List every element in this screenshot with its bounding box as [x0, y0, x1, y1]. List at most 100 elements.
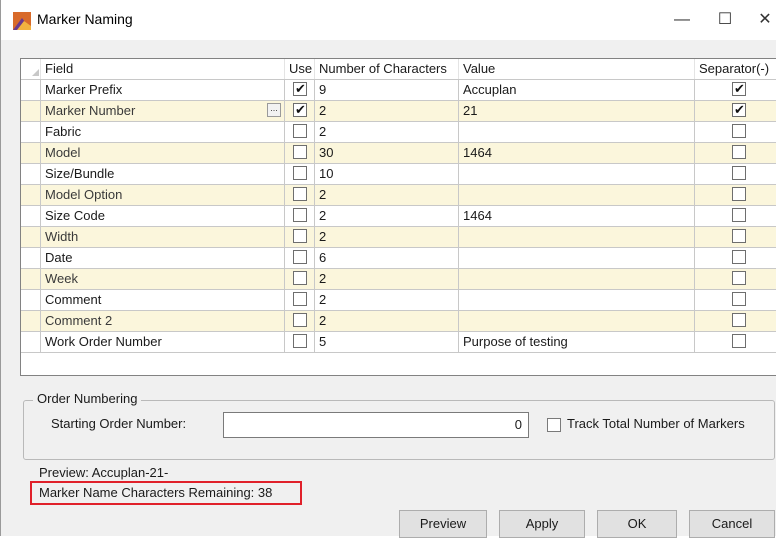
row-selector[interactable]: [21, 332, 41, 352]
use-checkbox[interactable]: [293, 187, 307, 201]
track-total-label[interactable]: Track Total Number of Markers: [567, 416, 745, 431]
fields-grid[interactable]: Field Use Number of Characters Value Sep…: [20, 58, 776, 376]
table-row[interactable]: Size Code 2 1464: [21, 206, 776, 227]
apply-button[interactable]: Apply: [499, 510, 585, 538]
use-checkbox[interactable]: [293, 229, 307, 243]
number-of-characters-cell[interactable]: 2: [315, 269, 459, 289]
row-selector[interactable]: [21, 227, 41, 247]
value-cell[interactable]: [459, 164, 695, 184]
maximize-button[interactable]: ☐: [708, 8, 742, 32]
table-row[interactable]: Work Order Number 5 Purpose of testing: [21, 332, 776, 353]
table-row[interactable]: Marker Number... 221: [21, 101, 776, 122]
ellipsis-button[interactable]: ...: [267, 103, 281, 117]
use-checkbox[interactable]: [293, 292, 307, 306]
row-selector[interactable]: [21, 122, 41, 142]
number-of-characters-cell[interactable]: 6: [315, 248, 459, 268]
use-cell: [285, 290, 315, 310]
column-header-separator[interactable]: Separator(-): [695, 59, 776, 79]
use-checkbox[interactable]: [293, 250, 307, 264]
use-checkbox[interactable]: [293, 313, 307, 327]
value-cell[interactable]: [459, 290, 695, 310]
row-selector[interactable]: [21, 80, 41, 100]
characters-remaining-text: Marker Name Characters Remaining: 38: [39, 485, 273, 500]
table-row[interactable]: Date 6: [21, 248, 776, 269]
column-header-number-of-characters[interactable]: Number of Characters: [315, 59, 459, 79]
row-selector[interactable]: [21, 143, 41, 163]
use-checkbox[interactable]: [293, 208, 307, 222]
number-of-characters-cell[interactable]: 10: [315, 164, 459, 184]
value-cell[interactable]: [459, 311, 695, 331]
value-cell[interactable]: [459, 269, 695, 289]
value-cell[interactable]: [459, 248, 695, 268]
value-cell[interactable]: Purpose of testing: [459, 332, 695, 352]
value-cell[interactable]: [459, 227, 695, 247]
cancel-button[interactable]: Cancel: [689, 510, 775, 538]
table-row[interactable]: Model 30 1464: [21, 143, 776, 164]
row-selector[interactable]: [21, 269, 41, 289]
use-checkbox[interactable]: [293, 80, 307, 98]
separator-checkbox[interactable]: [732, 208, 746, 222]
track-total-checkbox[interactable]: [547, 418, 561, 432]
field-name: Work Order Number: [45, 334, 162, 349]
ok-button[interactable]: OK: [597, 510, 677, 538]
starting-order-number-input[interactable]: 0: [223, 412, 529, 438]
separator-checkbox[interactable]: [732, 229, 746, 243]
use-checkbox[interactable]: [293, 334, 307, 348]
table-row[interactable]: Week 2: [21, 269, 776, 290]
separator-checkbox[interactable]: [732, 124, 746, 138]
select-all-cell[interactable]: [21, 59, 41, 79]
minimize-button[interactable]: —: [665, 8, 699, 32]
number-of-characters-cell[interactable]: 2: [315, 290, 459, 310]
row-selector[interactable]: [21, 101, 41, 121]
number-of-characters-cell[interactable]: 2: [315, 227, 459, 247]
separator-checkbox[interactable]: [732, 187, 746, 201]
number-of-characters-cell[interactable]: 2: [315, 311, 459, 331]
preview-button[interactable]: Preview: [399, 510, 487, 538]
row-selector[interactable]: [21, 248, 41, 268]
separator-checkbox[interactable]: [732, 313, 746, 327]
close-button[interactable]: ✕: [748, 8, 776, 32]
table-row[interactable]: Marker Prefix 9Accuplan: [21, 80, 776, 101]
number-of-characters-cell[interactable]: 5: [315, 332, 459, 352]
value-cell[interactable]: [459, 122, 695, 142]
number-of-characters-cell[interactable]: 2: [315, 101, 459, 121]
table-row[interactable]: Size/Bundle 10: [21, 164, 776, 185]
number-of-characters-cell[interactable]: 30: [315, 143, 459, 163]
separator-checkbox[interactable]: [732, 166, 746, 180]
separator-checkbox[interactable]: [732, 145, 746, 159]
table-row[interactable]: Comment 2 2: [21, 311, 776, 332]
value-cell[interactable]: 1464: [459, 143, 695, 163]
number-of-characters-cell[interactable]: 9: [315, 80, 459, 100]
use-checkbox[interactable]: [293, 145, 307, 159]
column-header-use[interactable]: Use: [285, 59, 315, 79]
use-checkbox[interactable]: [293, 124, 307, 138]
value-cell[interactable]: [459, 185, 695, 205]
number-of-characters-cell[interactable]: 2: [315, 206, 459, 226]
table-row[interactable]: Comment 2: [21, 290, 776, 311]
row-selector[interactable]: [21, 311, 41, 331]
table-row[interactable]: Model Option 2: [21, 185, 776, 206]
use-checkbox[interactable]: [293, 101, 307, 119]
number-of-characters-cell[interactable]: 2: [315, 122, 459, 142]
table-row[interactable]: Width 2: [21, 227, 776, 248]
row-selector[interactable]: [21, 290, 41, 310]
separator-checkbox[interactable]: [732, 271, 746, 285]
use-checkbox[interactable]: [293, 166, 307, 180]
row-selector[interactable]: [21, 164, 41, 184]
table-row[interactable]: Fabric 2: [21, 122, 776, 143]
number-of-characters-cell[interactable]: 2: [315, 185, 459, 205]
value-cell[interactable]: 1464: [459, 206, 695, 226]
use-checkbox[interactable]: [293, 271, 307, 285]
field-name: Marker Prefix: [45, 82, 123, 97]
row-selector[interactable]: [21, 185, 41, 205]
value-cell[interactable]: Accuplan: [459, 80, 695, 100]
row-selector[interactable]: [21, 206, 41, 226]
separator-checkbox[interactable]: [732, 101, 746, 119]
column-header-field[interactable]: Field: [41, 59, 285, 79]
separator-checkbox[interactable]: [732, 80, 746, 98]
value-cell[interactable]: 21: [459, 101, 695, 121]
separator-checkbox[interactable]: [732, 250, 746, 264]
separator-checkbox[interactable]: [732, 292, 746, 306]
column-header-value[interactable]: Value: [459, 59, 695, 79]
separator-checkbox[interactable]: [732, 334, 746, 348]
